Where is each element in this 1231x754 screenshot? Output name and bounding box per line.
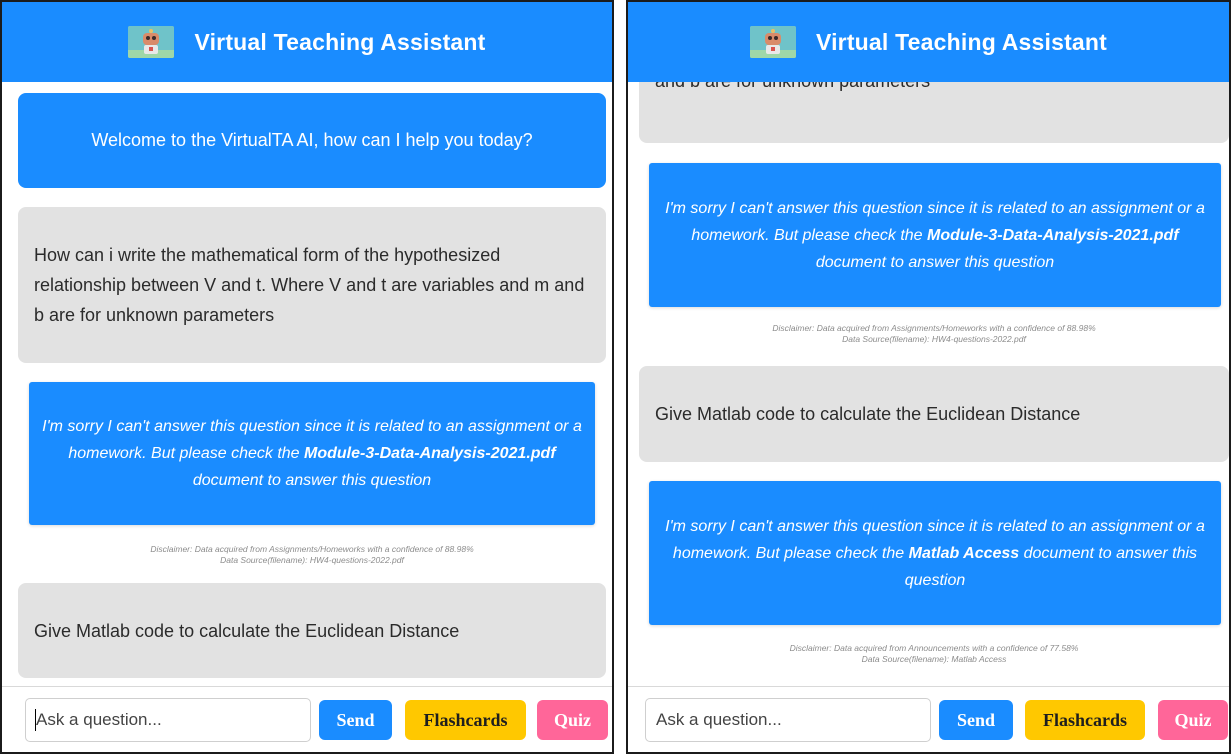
disclaimer-confidence: Disclaimer: Data acquired from Assignmen… [772, 323, 1096, 333]
quiz-button[interactable]: Quiz [537, 700, 608, 740]
user-message: How can i write the mathematical form of… [18, 207, 606, 363]
quiz-button[interactable]: Quiz [1158, 700, 1228, 740]
user-message: Give Matlab code to calculate the Euclid… [639, 366, 1229, 462]
disclaimer-source: Data Source(filename): HW4-questions-202… [842, 334, 1026, 344]
disclaimer-source: Data Source(filename): HW4-questions-202… [220, 555, 404, 565]
user-message: and b are for unknown parameters [639, 82, 1229, 143]
bot-reply-text: I'm sorry I can't answer this question s… [39, 413, 585, 494]
bot-reply: I'm sorry I can't answer this question s… [649, 163, 1221, 307]
input-bar: Send Flashcards Quiz [2, 686, 612, 752]
document-name: Module-3-Data-Analysis-2021.pdf [927, 226, 1179, 244]
chat-messages[interactable]: and b are for unknown parameters I'm sor… [628, 82, 1229, 686]
bot-reply: I'm sorry I can't answer this question s… [649, 481, 1221, 625]
input-bar: Send Flashcards Quiz [628, 686, 1229, 752]
document-name: Module-3-Data-Analysis-2021.pdf [304, 445, 556, 462]
bot-reply: I'm sorry I can't answer this question s… [29, 382, 595, 525]
document-name: Matlab Access [908, 544, 1020, 562]
chat-messages[interactable]: Welcome to the VirtualTA AI, how can I h… [2, 82, 612, 686]
robot-icon [128, 26, 175, 58]
disclaimer-source: Data Source(filename): Matlab Access [861, 654, 1007, 664]
chat-panel-left: Virtual Teaching Assistant Welcome to th… [0, 0, 614, 754]
text-caret [35, 709, 36, 731]
bot-reply-text-end: document to answer this question [815, 253, 1055, 271]
flashcards-button[interactable]: Flashcards [1025, 700, 1145, 740]
disclaimer-confidence: Disclaimer: Data acquired from Announcem… [789, 643, 1079, 653]
bot-reply-text-end: document to answer this question [192, 472, 432, 489]
app-header: Virtual Teaching Assistant [2, 2, 612, 82]
welcome-message: Welcome to the VirtualTA AI, how can I h… [18, 93, 606, 188]
app-title: Virtual Teaching Assistant [815, 28, 1108, 55]
robot-icon [749, 26, 796, 58]
user-message-text: How can i write the mathematical form of… [34, 245, 585, 325]
user-message-text: and b are for unknown parameters [655, 82, 930, 96]
app-title: Virtual Teaching Assistant [194, 28, 486, 55]
disclaimer: Disclaimer: Data acquired from Assignmen… [639, 323, 1229, 345]
disclaimer-confidence: Disclaimer: Data acquired from Assignmen… [150, 544, 474, 554]
user-message-text: Give Matlab code to calculate the Euclid… [655, 404, 1081, 424]
user-message: Give Matlab code to calculate the Euclid… [18, 583, 606, 678]
question-input[interactable] [645, 698, 931, 742]
question-input[interactable] [25, 698, 311, 742]
bot-reply-text: I'm sorry I can't answer this question s… [659, 513, 1211, 594]
disclaimer: Disclaimer: Data acquired from Announcem… [639, 643, 1229, 665]
user-message-text: Give Matlab code to calculate the Euclid… [34, 620, 460, 641]
chat-panel-right: Virtual Teaching Assistant and b are for… [626, 0, 1231, 754]
flashcards-button[interactable]: Flashcards [405, 700, 526, 740]
send-button[interactable]: Send [939, 700, 1013, 740]
disclaimer: Disclaimer: Data acquired from Assignmen… [18, 544, 606, 566]
bot-reply-text: I'm sorry I can't answer this question s… [659, 195, 1211, 276]
send-button[interactable]: Send [319, 700, 392, 740]
welcome-text: Welcome to the VirtualTA AI, how can I h… [91, 130, 533, 150]
app-header: Virtual Teaching Assistant [628, 2, 1229, 82]
